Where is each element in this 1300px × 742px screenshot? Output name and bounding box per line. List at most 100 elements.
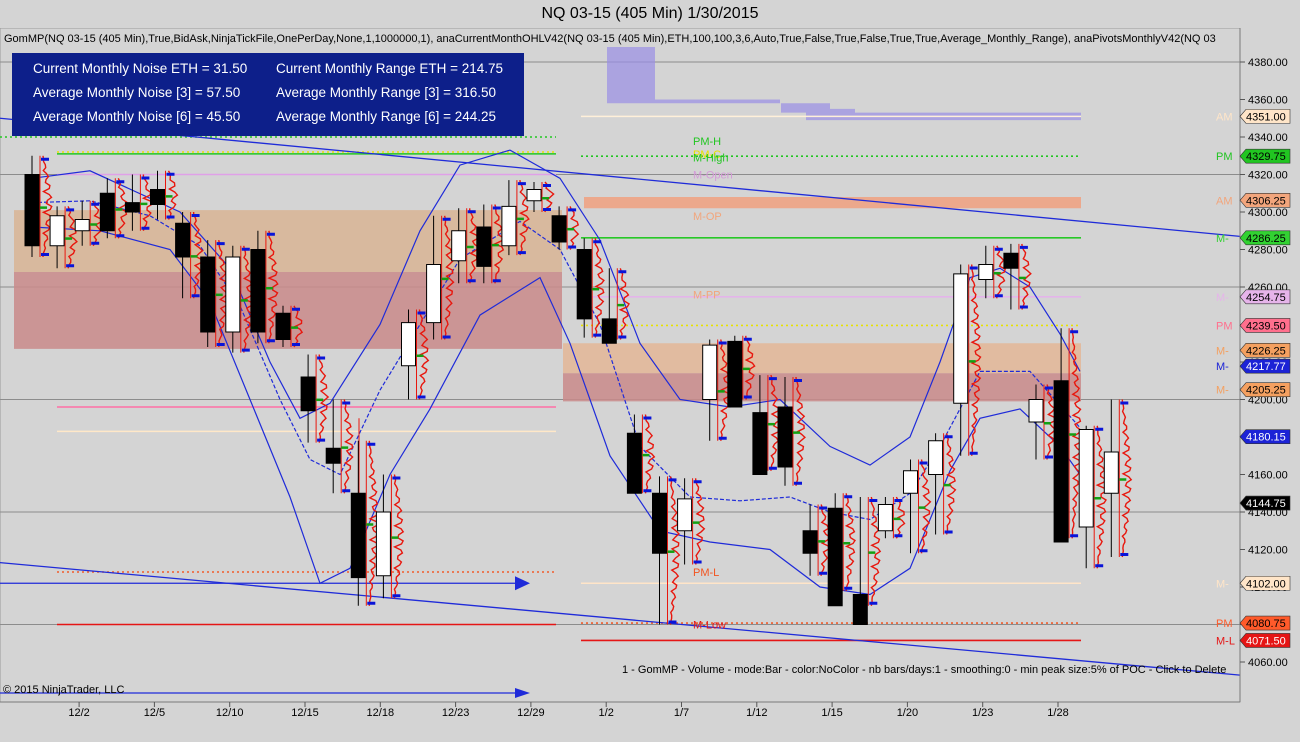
y-tick-label: 4300.00 xyxy=(1248,207,1288,219)
poc-low-marker xyxy=(718,436,727,440)
poc-low-marker xyxy=(116,234,125,238)
stat-current-range: Current Monthly Range ETH = 214.75 xyxy=(276,61,503,76)
poc-high-marker xyxy=(66,208,75,212)
poc-high-marker xyxy=(191,214,200,217)
y-tick-label: 4280.00 xyxy=(1248,245,1288,257)
poc-low-marker xyxy=(543,208,551,211)
poc-high-marker xyxy=(467,210,476,214)
price-tag-label: 4080.75 xyxy=(1246,618,1286,630)
x-tick-label: 12/2 xyxy=(68,707,89,719)
poc-low-marker xyxy=(166,215,175,219)
value-area-marker xyxy=(843,542,851,545)
value-area-marker xyxy=(617,303,625,307)
value-area-marker xyxy=(466,245,474,249)
price-tag-prefix: AM xyxy=(1216,111,1233,123)
am-zone xyxy=(584,197,1081,209)
candle-body xyxy=(551,215,567,243)
poc-high-marker xyxy=(693,480,702,484)
poc-high-marker xyxy=(141,176,150,180)
poc-low-marker xyxy=(342,489,351,493)
value-area-marker xyxy=(567,227,575,231)
poc-low-marker xyxy=(643,489,652,493)
poc-low-marker xyxy=(442,335,451,339)
value-area-marker xyxy=(65,237,73,240)
poc-low-marker xyxy=(919,549,928,553)
y-tick-label: 4340.00 xyxy=(1248,132,1288,144)
value-area-marker xyxy=(391,536,399,539)
poc-low-marker xyxy=(517,251,526,255)
x-tick-label: 12/5 xyxy=(144,707,165,719)
value-area-marker xyxy=(40,206,47,209)
poc-low-marker xyxy=(91,241,100,245)
candle-body xyxy=(74,219,90,232)
window-title: NQ 03-15 (405 Min) 1/30/2015 xyxy=(0,0,1300,28)
price-tag-prefix: M- xyxy=(1216,292,1229,304)
poc-high-marker xyxy=(292,307,300,311)
candle-body xyxy=(275,312,291,340)
level-label: M-High xyxy=(693,153,728,165)
poc-low-marker xyxy=(1019,305,1028,309)
candle-body xyxy=(576,249,592,320)
value-area-marker xyxy=(968,360,976,363)
value-area-marker xyxy=(366,523,374,526)
value-area-marker xyxy=(416,354,424,357)
poc-low-marker xyxy=(216,343,225,346)
poc-low-marker xyxy=(969,451,978,455)
price-tag-label: 4226.25 xyxy=(1246,345,1286,357)
poc-high-marker xyxy=(944,435,953,439)
price-tag-prefix: PM xyxy=(1216,151,1233,163)
candle-body xyxy=(953,273,969,404)
value-area-marker xyxy=(240,299,248,302)
poc-low-marker xyxy=(743,395,752,399)
poc-high-marker xyxy=(266,232,275,236)
poc-high-marker xyxy=(116,180,125,184)
poc-low-marker xyxy=(693,560,702,564)
candle-body xyxy=(1003,252,1019,269)
value-area-marker xyxy=(993,272,1001,275)
candle-body xyxy=(601,318,617,344)
price-tag-label: 4254.75 xyxy=(1246,292,1286,304)
poc-high-marker xyxy=(1019,245,1028,249)
poc-low-marker xyxy=(467,279,476,283)
price-tag-prefix: M- xyxy=(1216,385,1229,397)
poc-low-marker xyxy=(593,333,602,337)
y-tick-label: 4380.00 xyxy=(1248,57,1288,69)
level-label: M-OP xyxy=(693,211,722,223)
stat-avg-noise-6: Average Monthly Noise [6] = 45.50 xyxy=(33,109,241,124)
candle-body xyxy=(802,530,818,554)
poc-high-marker xyxy=(1045,386,1053,390)
poc-low-marker xyxy=(241,348,250,352)
y-tick-label: 4360.00 xyxy=(1248,95,1288,107)
poc-low-marker xyxy=(191,294,200,298)
price-tag-prefix: M- xyxy=(1216,578,1229,590)
gommp-footer-note[interactable]: 1 - GomMP - Volume - mode:Bar - color:No… xyxy=(622,664,1226,676)
copyright-label: © 2015 NinjaTrader, LLC xyxy=(3,684,125,696)
poc-low-marker xyxy=(994,294,1003,298)
candle-body xyxy=(677,498,693,532)
poc-high-marker xyxy=(342,401,351,405)
poc-high-marker xyxy=(492,206,501,210)
poc-high-marker xyxy=(392,476,401,480)
candle-body xyxy=(501,205,517,247)
candle-body xyxy=(903,470,918,494)
value-area-marker xyxy=(943,483,951,487)
value-area-marker xyxy=(1069,433,1077,436)
candle-body xyxy=(49,215,65,247)
value-area-marker xyxy=(793,431,800,434)
price-tag-label: 4144.75 xyxy=(1246,498,1286,510)
poc-high-marker xyxy=(317,356,326,360)
value-area-marker xyxy=(692,521,700,524)
poc-high-marker xyxy=(894,499,903,502)
poc-high-marker xyxy=(618,270,627,274)
value-area-marker xyxy=(115,208,123,211)
poc-high-marker xyxy=(442,217,451,221)
value-area-marker xyxy=(316,398,324,402)
candle-body xyxy=(1078,429,1094,528)
candle-body xyxy=(375,511,391,577)
value-area-marker xyxy=(818,540,826,543)
poc-low-marker xyxy=(568,245,577,249)
candle-body xyxy=(350,492,366,579)
candle-body xyxy=(1053,380,1069,543)
poc-low-marker xyxy=(66,264,75,268)
candle-body xyxy=(877,504,893,532)
